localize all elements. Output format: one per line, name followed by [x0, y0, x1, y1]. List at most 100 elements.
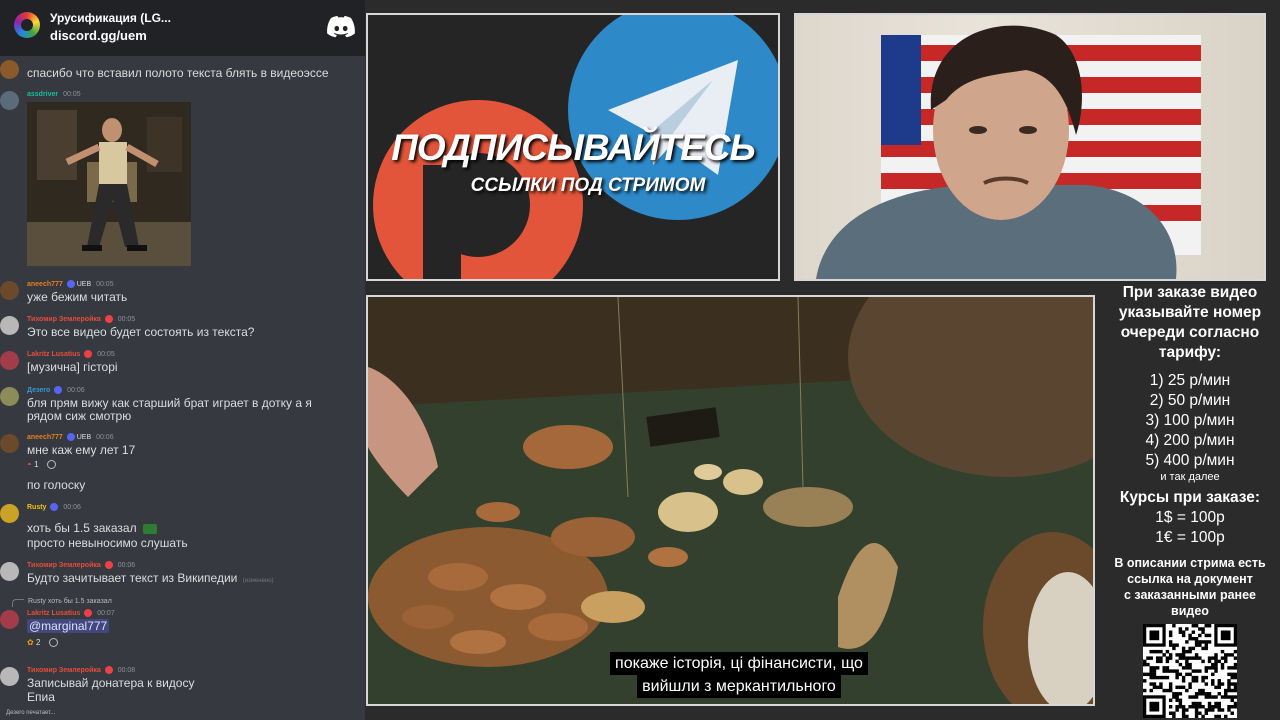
watermelon-emoji-icon: ◓ [27, 460, 32, 469]
message-meta: Lakritz Lusatius 00:05 [27, 350, 115, 358]
discord-chat-panel: Урусификация (LG... discord.gg/uem спаси… [0, 0, 365, 720]
course-item: 1$ = 100р [1155, 509, 1225, 526]
username[interactable]: Тихомир Землеройка [27, 667, 101, 674]
user-avatar [0, 610, 19, 629]
message-reaction[interactable]: ◓ 1 [27, 460, 56, 470]
message-reaction[interactable]: ✿ 2 [27, 638, 58, 648]
tariff-item: 1) 25 р/мин [1149, 372, 1231, 389]
username[interactable]: Тихомир Землеройка [27, 316, 101, 323]
reply-connector [12, 599, 24, 607]
role-badge-icon [84, 350, 93, 358]
message-meta: Тихомир Землеройка 00:08 [27, 666, 135, 674]
message-text: Записывай донатера к видосу [27, 676, 195, 690]
role-badge-icon [66, 280, 75, 288]
chat-message: Lakritz Lusatius 00:05 [музична] гісторі [0, 349, 365, 374]
course-item: 1€ = 100р [1155, 529, 1225, 546]
user-avatar [0, 281, 19, 300]
chat-message: Дезеrо 00:06 бля прям вижу как старший б… [0, 385, 365, 423]
role-badge-text: UEB [76, 433, 92, 441]
message-time: 00:06 [117, 561, 136, 569]
qr-code[interactable] [1143, 624, 1238, 719]
username[interactable]: assdriver [27, 91, 58, 98]
reaction-count: 2 [35, 638, 41, 647]
courses-title: Курсы при заказе: [1119, 489, 1261, 506]
add-reaction-icon[interactable] [48, 638, 58, 648]
chat-message: Тихомир Землеройка 00:08 Записывай донат… [0, 665, 365, 705]
info-heading-line: При заказе видео [1122, 284, 1258, 301]
role-badge-icon [84, 609, 93, 617]
custom-emoji-icon [142, 523, 157, 534]
username[interactable]: Тихомир Землеройка [27, 562, 101, 569]
chat-message: Тихомир Землеройка 00:05 Это все видео б… [0, 314, 365, 339]
server-icon [14, 12, 40, 38]
username[interactable]: Rusty [27, 504, 46, 511]
message-text: бля прям вижу как старший брат играет в … [27, 396, 312, 410]
role-badge-icon [104, 561, 113, 569]
user-avatar [0, 434, 19, 453]
order-info-panel: При заказе видео указывайте номер очеред… [1100, 283, 1280, 619]
message-text: хоть бы 1.5 заказал [27, 521, 157, 535]
user-avatar [0, 562, 19, 581]
message-time: 00:05 [97, 350, 115, 358]
chat-message: Rusty 00:06 хоть бы 1.5 заказал просто н… [0, 502, 365, 552]
add-reaction-icon[interactable] [46, 460, 56, 470]
dancing-man-gif[interactable] [27, 102, 191, 266]
role-badge-text: UEB [76, 280, 92, 288]
message-meta: assdriver 00:05 [27, 91, 81, 98]
chat-message: Lakritz Lusatius 00:07 @marginal777 ✿ 2 [0, 608, 365, 652]
video-player[interactable]: покаже історія, ці фінансисти, що вийшли… [366, 295, 1095, 706]
chat-message: aneech777 UEB 00:05 уже бежим читать [0, 279, 365, 304]
tariff-and-so-on: и так далее [1160, 471, 1220, 483]
message-text: уже бежим читать [27, 290, 128, 304]
role-badge-icon [104, 666, 113, 674]
note-line: с заказанными ранее [1123, 588, 1256, 602]
user-avatar [0, 91, 19, 110]
info-heading-line: тарифу: [1158, 344, 1222, 361]
message-text-part: Будто зачитывает текст из Википедии [27, 571, 238, 585]
role-badge-icon [104, 315, 113, 323]
message-text: @marginal777 [27, 619, 110, 633]
tariff-item: 3) 100 р/мин [1145, 412, 1235, 429]
message-text: мне каж ему лет 17 [27, 443, 136, 457]
message-text: просто невыносимо слушать [27, 536, 188, 550]
user-mention[interactable]: @marginal777 [27, 619, 110, 633]
message-text-part: хоть бы 1.5 заказал [27, 521, 137, 535]
tariff-item: 4) 200 р/мин [1145, 432, 1235, 449]
tariff-item: 2) 50 р/мин [1149, 392, 1231, 409]
message-meta: aneech777 UEB 00:05 [27, 280, 114, 288]
subtitle-line: покаже історія, ці фінансисти, що [610, 652, 868, 675]
message-time: 00:07 [97, 609, 115, 617]
discord-logo-icon [327, 16, 355, 38]
message-time: 00:05 [117, 315, 136, 323]
user-avatar [0, 667, 19, 686]
message-text: по голоску [27, 478, 86, 492]
banner-subtitle: ССЫЛКИ ПОД СТРИМОМ [470, 175, 706, 196]
chat-message: Тихомир Землеройка 00:06 Будто зачитывае… [0, 560, 365, 586]
username[interactable]: Lakritz Lusatius [27, 610, 80, 617]
username[interactable]: Дезеrо [27, 387, 50, 394]
message-text: спасибо что вставил полото текста блять … [27, 66, 329, 80]
username[interactable]: aneech777 [27, 281, 63, 288]
discord-server-header: Урусификация (LG... discord.gg/uem [0, 0, 365, 56]
user-avatar [0, 316, 19, 335]
username[interactable]: Lakritz Lusatius [27, 351, 80, 358]
message-text: Будто зачитывает текст из Википедии (изм… [27, 571, 274, 588]
server-name: Урусификация (LG... [50, 11, 171, 25]
reply-preview[interactable]: Rusty хоть бы 1.5 заказал [28, 598, 112, 605]
message-meta: Тихомир Землеройка 00:06 [27, 561, 135, 569]
note-line: ссылка на документ [1127, 572, 1253, 586]
info-heading-line: указывайте номер [1118, 304, 1262, 321]
user-avatar [0, 60, 19, 79]
message-meta: Lakritz Lusatius 00:07 [27, 609, 115, 617]
message-meta: aneech777 UEB 00:06 [27, 433, 114, 441]
message-text: Епиа [27, 690, 55, 704]
info-heading-line: очереди согласно [1120, 324, 1260, 341]
video-subtitles: покаже історія, ці фінансисти, що вийшли… [519, 652, 959, 698]
username[interactable]: aneech777 [27, 434, 63, 441]
user-avatar [0, 351, 19, 370]
note-line: видео [1171, 604, 1209, 618]
message-meta: Дезеrо 00:06 [27, 386, 85, 394]
message-text: Это все видео будет состоять из текста? [27, 325, 255, 339]
server-invite-link[interactable]: discord.gg/uem [50, 28, 147, 43]
message-text: рядом сиж смотрю [27, 409, 132, 423]
